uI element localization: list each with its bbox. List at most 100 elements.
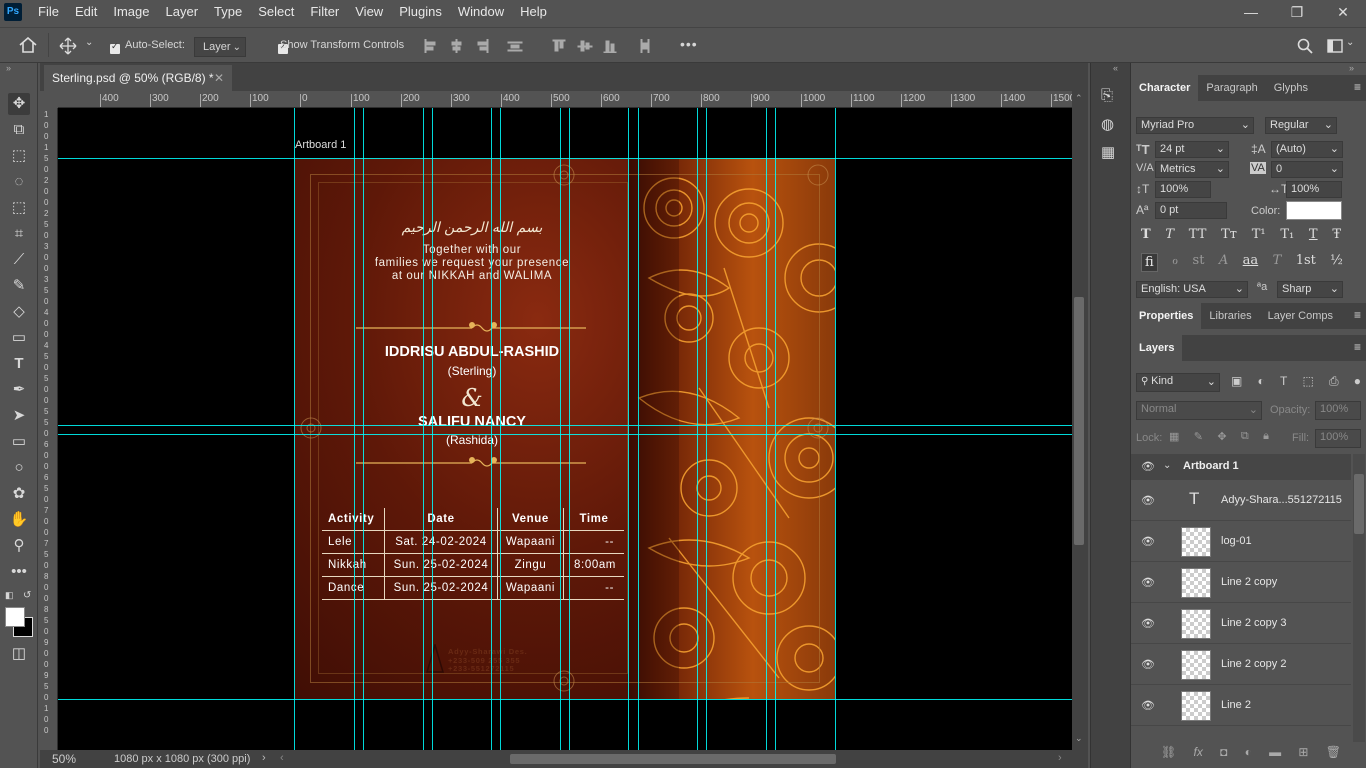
lock-all-icon[interactable]: 🔒︎ (1263, 430, 1269, 443)
filter-toggle-icon[interactable]: ● (1354, 374, 1361, 389)
horizontal-scrollbar-thumb[interactable] (510, 754, 836, 764)
vertical-scrollbar[interactable]: ⌃ ⌄ (1072, 91, 1088, 750)
font-style-select[interactable]: Regular ⌄ (1265, 117, 1337, 134)
collapse-arrows-icon[interactable]: « (1113, 63, 1118, 73)
layer-artboard-row[interactable]: 👁︎ ⌄ Artboard 1 (1131, 454, 1351, 480)
tab-properties[interactable]: Properties (1131, 303, 1202, 329)
swap-colors-icon[interactable]: ↺ (23, 590, 31, 601)
panel-menu-icon[interactable]: ≡ (1354, 340, 1361, 354)
delete-layer-icon[interactable]: 🗑︎ (1326, 745, 1341, 759)
lock-artboard-icon[interactable]: ⧉ (1241, 430, 1249, 443)
object-select-tool-icon[interactable]: ⬚ (8, 197, 30, 219)
chevron-down-icon[interactable]: ⌄ (1163, 460, 1171, 471)
path-select-tool-icon[interactable]: ➤ (8, 405, 30, 427)
close-icon[interactable]: ✕ (1320, 0, 1366, 24)
layer-row[interactable]: 👁︎ Line 2 copy 3 (1131, 603, 1351, 644)
lasso-tool-icon[interactable]: ◌ (8, 171, 30, 193)
layer-row[interactable]: 👁︎ Line 2 copy 2 (1131, 644, 1351, 685)
tab-glyphs[interactable]: Glyphs (1266, 75, 1316, 101)
workspace-icon[interactable] (1327, 39, 1343, 53)
quick-mask-icon[interactable]: ◫ (8, 643, 30, 665)
move-tool-icon[interactable] (59, 37, 77, 55)
search-icon[interactable] (1297, 38, 1313, 54)
small-caps-button[interactable]: Tт (1221, 227, 1237, 242)
move-tool-icon[interactable]: ✥ (8, 93, 30, 115)
layers-scrollbar[interactable] (1353, 454, 1365, 742)
minimize-icon[interactable]: — (1228, 0, 1274, 24)
chevron-down-icon[interactable]: ⌄ (1346, 37, 1354, 48)
layer-effects-icon[interactable]: fx (1194, 745, 1203, 759)
antialias-select[interactable]: Sharp ⌄ (1277, 281, 1343, 298)
layer-row[interactable]: 👁︎ log-01 (1131, 521, 1351, 562)
baseline-shift-field[interactable]: 0 pt (1155, 202, 1227, 219)
document-tab[interactable]: Sterling.psd @ 50% (RGB/8) * ✕ (44, 65, 232, 91)
align-distribute-icons[interactable] (423, 39, 663, 53)
more-tools-icon[interactable]: ••• (8, 561, 30, 583)
horizontal-scale-field[interactable]: 100% (1286, 181, 1342, 198)
menu-help[interactable]: Help (512, 0, 555, 24)
layer-row[interactable]: 👁︎ Line 2 (1131, 685, 1351, 726)
filter-adjustment-icon[interactable]: ◐ (1258, 374, 1265, 389)
faux-italic-button[interactable]: T (1165, 227, 1174, 242)
scroll-up-icon[interactable]: ⌃ (1075, 93, 1083, 104)
strikethrough-button[interactable]: Ŧ (1332, 227, 1341, 242)
tracking-field[interactable]: 0 ⌄ (1271, 161, 1343, 178)
scroll-right-icon[interactable]: › (1058, 752, 1062, 764)
scroll-left-icon[interactable]: ‹ (280, 752, 284, 764)
visibility-eye-icon[interactable]: 👁︎ (1141, 617, 1155, 630)
faux-bold-button[interactable]: T (1141, 227, 1151, 242)
hand-tool-icon[interactable]: ✋ (8, 509, 30, 531)
pen-tool-icon[interactable]: ✒ (8, 379, 30, 401)
all-caps-button[interactable]: TT (1189, 227, 1207, 242)
scrollbar-thumb[interactable] (1354, 474, 1364, 534)
close-tab-icon[interactable]: ✕ (214, 65, 224, 91)
layer-filter-select[interactable]: ⚲ Kind ⌄ (1136, 373, 1220, 392)
eraser-tool-icon[interactable]: ◇ (8, 301, 30, 323)
swash-button[interactable]: A (1219, 253, 1228, 272)
zoom-tool-icon[interactable]: ⚲ (8, 535, 30, 557)
filter-shape-icon[interactable]: ⬚ (1302, 374, 1313, 389)
leading-field[interactable]: (Auto) ⌄ (1271, 141, 1343, 158)
visibility-eye-icon[interactable]: 👁︎ (1141, 658, 1155, 671)
language-select[interactable]: English: USA ⌄ (1136, 281, 1248, 298)
foreground-color-swatch[interactable] (5, 607, 25, 627)
kerning-field[interactable]: Metrics ⌄ (1155, 161, 1229, 178)
superscript-button[interactable]: T¹ (1252, 227, 1266, 242)
rectangle-tool-icon[interactable]: ▭ (8, 431, 30, 453)
filter-type-icon[interactable]: T (1280, 374, 1287, 389)
blend-mode-select[interactable]: Normal ⌄ (1136, 401, 1262, 420)
font-family-select[interactable]: Myriad Pro ⌄ (1136, 117, 1254, 134)
restore-icon[interactable]: ❐ (1274, 0, 1320, 24)
adjustment-layer-icon[interactable]: ◐ (1245, 745, 1252, 759)
fill-field[interactable]: 100% (1315, 429, 1361, 448)
marquee-tool-icon[interactable]: ⬚ (8, 145, 30, 167)
underline-button[interactable]: T (1309, 227, 1318, 242)
panel-menu-icon[interactable]: ≡ (1354, 80, 1361, 94)
layer-row[interactable]: 👁︎ Line 2 copy (1131, 562, 1351, 603)
lock-position-icon[interactable]: ✥ (1217, 430, 1226, 443)
visibility-eye-icon[interactable]: 👁︎ (1141, 535, 1155, 548)
lock-transparent-icon[interactable]: ▦ (1169, 430, 1179, 443)
menu-file[interactable]: File (30, 0, 67, 24)
menu-type[interactable]: Type (206, 0, 250, 24)
ellipse-tool-icon[interactable]: ○ (8, 457, 30, 479)
swatches-grid-icon[interactable]: ▦ (1101, 143, 1115, 161)
default-colors-icon[interactable]: ◧ (5, 590, 14, 601)
old-style-button[interactable]: ℴ (1172, 253, 1178, 272)
menu-image[interactable]: Image (105, 0, 157, 24)
fractions-button[interactable]: ½ (1330, 253, 1343, 272)
shape-tool-icon[interactable]: ✿ (8, 483, 30, 505)
filter-smart-icon[interactable]: ⎙ (1329, 374, 1339, 389)
menu-filter[interactable]: Filter (302, 0, 347, 24)
tab-paragraph[interactable]: Paragraph (1198, 75, 1265, 101)
more-options-icon[interactable]: ••• (680, 36, 698, 52)
history-icon[interactable]: ⎘ (1101, 87, 1113, 104)
vertical-scale-field[interactable]: 100% (1155, 181, 1211, 198)
tab-layers[interactable]: Layers (1131, 335, 1183, 361)
tab-character[interactable]: Character (1131, 75, 1199, 101)
menu-edit[interactable]: Edit (67, 0, 105, 24)
subscript-button[interactable]: T₁ (1280, 227, 1294, 242)
menu-select[interactable]: Select (250, 0, 302, 24)
visibility-eye-icon[interactable]: 👁︎ (1141, 460, 1155, 473)
chevron-right-icon[interactable]: › (262, 752, 266, 764)
